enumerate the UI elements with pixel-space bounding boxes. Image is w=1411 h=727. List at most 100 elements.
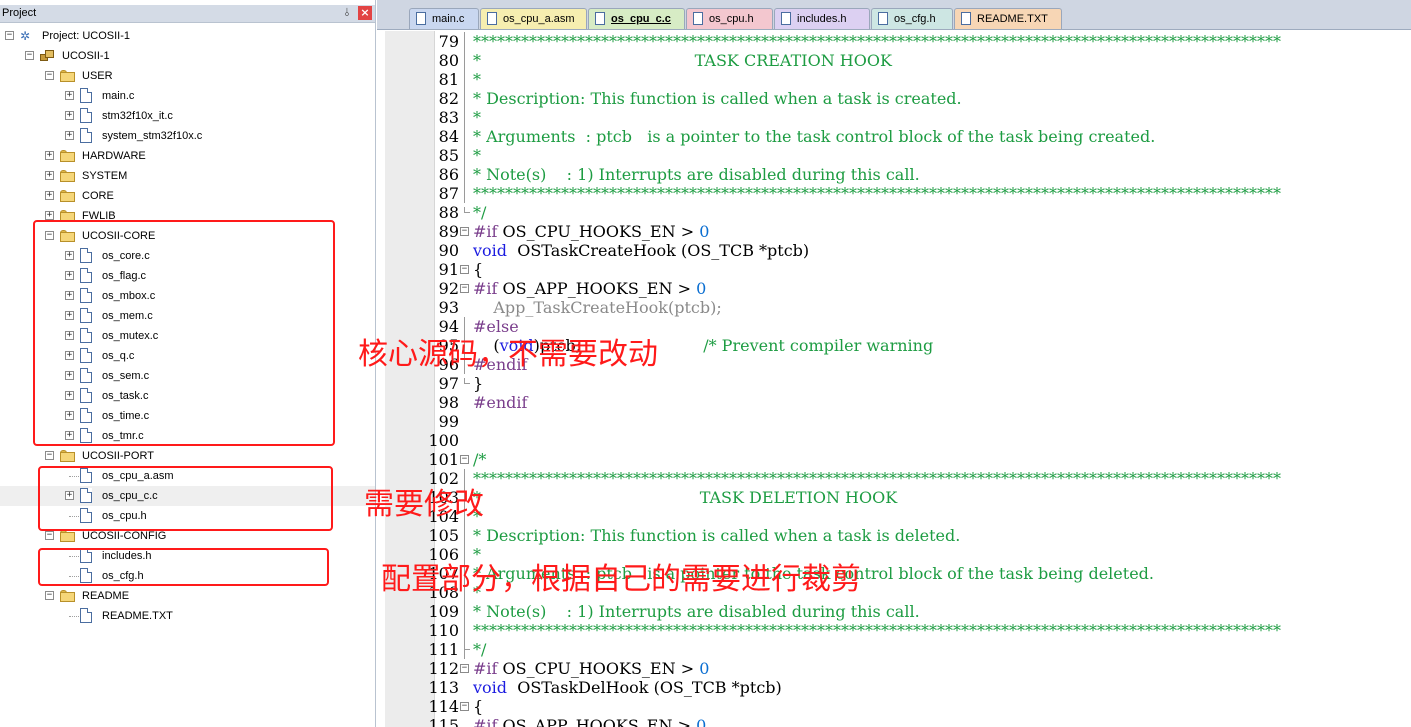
editor-tab[interactable]: README.TXT <box>954 8 1062 29</box>
code-line: * Description: This function is called w… <box>473 526 960 545</box>
code-token: OS_APP_HOOKS_EN > <box>502 716 697 727</box>
fold-toggle-icon[interactable]: − <box>460 664 469 673</box>
tree-folder-item[interactable]: − USER <box>0 66 375 86</box>
port-annotation: 需要修改 <box>364 487 484 522</box>
code-line: * TASK CREATION HOOK <box>473 51 892 70</box>
folder-icon <box>60 590 76 602</box>
line-number: 94 <box>438 317 459 336</box>
code-line: void OSTaskCreateHook (OS_TCB *ptcb) <box>473 241 809 260</box>
code-token: 0 <box>699 659 710 678</box>
code-token: * Description: This function is called w… <box>473 526 961 545</box>
panel-title: Project <box>2 7 37 19</box>
code-token: 0 <box>696 279 707 298</box>
code-line: } <box>473 374 483 393</box>
tree-file-item[interactable]: + system_stm32f10x.c <box>0 126 375 146</box>
tree-folder-item[interactable]: − README <box>0 586 375 606</box>
code-line: * Arguments : ptcb is a pointer to the t… <box>473 127 1155 146</box>
code-token: 0 <box>699 222 710 241</box>
fold-guide <box>464 32 465 203</box>
code-token: */ <box>473 640 487 659</box>
file-icon <box>693 12 703 25</box>
code-token: /* Prevent compiler warning <box>703 336 934 355</box>
tab-label: os_cpu_c.c <box>611 13 671 25</box>
line-number: 101 <box>428 450 459 469</box>
line-number: 91 <box>438 260 459 279</box>
folder-icon <box>60 190 76 202</box>
code-editor[interactable]: ****************************************… <box>377 31 1411 727</box>
line-number: 102 <box>428 469 459 488</box>
tree-item-label: main.c <box>102 90 135 102</box>
tree-folder-item[interactable]: + HARDWARE <box>0 146 375 166</box>
code-token: #if <box>473 279 503 298</box>
collapse-toggle-icon[interactable]: − <box>45 451 54 460</box>
tree-item-label: USER <box>82 70 113 82</box>
tree-file-item[interactable]: README.TXT <box>0 606 375 626</box>
tree-item-label: UCOSII-PORT <box>82 450 154 462</box>
tree-target-item[interactable]: − UCOSII-1 <box>0 46 375 66</box>
editor-tab[interactable]: os_cfg.h <box>871 8 953 29</box>
tree-file-item[interactable]: + stm32f10x_it.c <box>0 106 375 126</box>
code-line: #if OS_APP_HOOKS_EN > 0 <box>473 279 706 298</box>
code-token: * <box>473 108 481 127</box>
line-number: 79 <box>438 32 459 51</box>
editor-tab[interactable]: os_cpu.h <box>686 8 773 29</box>
line-number: 89 <box>438 222 459 241</box>
collapse-toggle-icon[interactable]: − <box>25 51 34 60</box>
expand-toggle-icon[interactable]: + <box>45 171 54 180</box>
close-panel-button[interactable]: × <box>358 6 372 20</box>
fold-toggle-icon[interactable]: − <box>460 284 469 293</box>
expand-toggle-icon[interactable]: + <box>65 131 74 140</box>
code-token: #if <box>473 716 503 727</box>
editor-tab[interactable]: os_cpu_c.c <box>588 8 685 29</box>
expand-toggle-icon[interactable]: + <box>65 91 74 100</box>
config-highlight-box <box>38 548 329 586</box>
fold-toggle-icon[interactable]: − <box>460 227 469 236</box>
pin-icon[interactable]: ⫰ <box>341 6 353 20</box>
fold-end-marker <box>464 644 470 650</box>
file-icon <box>487 12 497 25</box>
tab-label: os_cfg.h <box>894 13 936 25</box>
collapse-toggle-icon[interactable]: − <box>45 71 54 80</box>
expand-toggle-icon[interactable]: + <box>45 211 54 220</box>
expand-toggle-icon[interactable]: + <box>45 191 54 200</box>
tree-folder-item[interactable]: + SYSTEM <box>0 166 375 186</box>
core-annotation: 核心源码，不需要改动 <box>358 337 658 372</box>
file-icon <box>416 12 426 25</box>
line-number: 84 <box>438 127 459 146</box>
folder-icon <box>60 530 76 542</box>
code-line: #endif <box>473 393 527 412</box>
tree-file-item[interactable]: + main.c <box>0 86 375 106</box>
collapse-toggle-icon[interactable]: − <box>45 591 54 600</box>
expand-toggle-icon[interactable]: + <box>45 151 54 160</box>
line-number: 87 <box>438 184 459 203</box>
file-icon <box>961 12 971 25</box>
code-token: OSTaskDelHook (OS_TCB *ptcb) <box>507 678 782 697</box>
code-token: void <box>473 678 508 697</box>
collapse-toggle-icon[interactable]: − <box>5 31 14 40</box>
line-number: 85 <box>438 146 459 165</box>
code-line: */ <box>473 203 486 222</box>
collapse-toggle-icon[interactable]: − <box>45 531 54 540</box>
code-line: ****************************************… <box>473 32 1281 51</box>
editor-tab[interactable]: os_cpu_a.asm <box>480 8 587 29</box>
tab-label: includes.h <box>797 13 847 25</box>
fold-toggle-icon[interactable]: − <box>460 265 469 274</box>
tree-project-item[interactable]: − ✲ Project: UCOSII-1 <box>0 26 375 46</box>
line-number: 109 <box>428 602 459 621</box>
tree-folder-item[interactable]: − UCOSII-PORT <box>0 446 375 466</box>
editor-tab[interactable]: includes.h <box>774 8 870 29</box>
line-number: 97 <box>438 374 459 393</box>
code-line: #if OS_CPU_HOOKS_EN > 0 <box>473 659 709 678</box>
tree-item-label: stm32f10x_it.c <box>102 110 173 122</box>
panel-header: Project ⫰ × <box>0 5 375 23</box>
editor-tab[interactable]: main.c <box>409 8 479 29</box>
fold-toggle-icon[interactable]: − <box>460 702 469 711</box>
tree-folder-item[interactable]: + CORE <box>0 186 375 206</box>
code-line: * Note(s) : 1) Interrupts are disabled d… <box>473 602 920 621</box>
fold-toggle-icon[interactable]: − <box>460 455 469 464</box>
code-token: OS_APP_HOOKS_EN > <box>502 279 697 298</box>
fold-end-marker <box>464 378 470 384</box>
code-token: ****************************************… <box>473 184 1281 203</box>
expand-toggle-icon[interactable]: + <box>65 111 74 120</box>
code-token: * <box>473 70 481 89</box>
